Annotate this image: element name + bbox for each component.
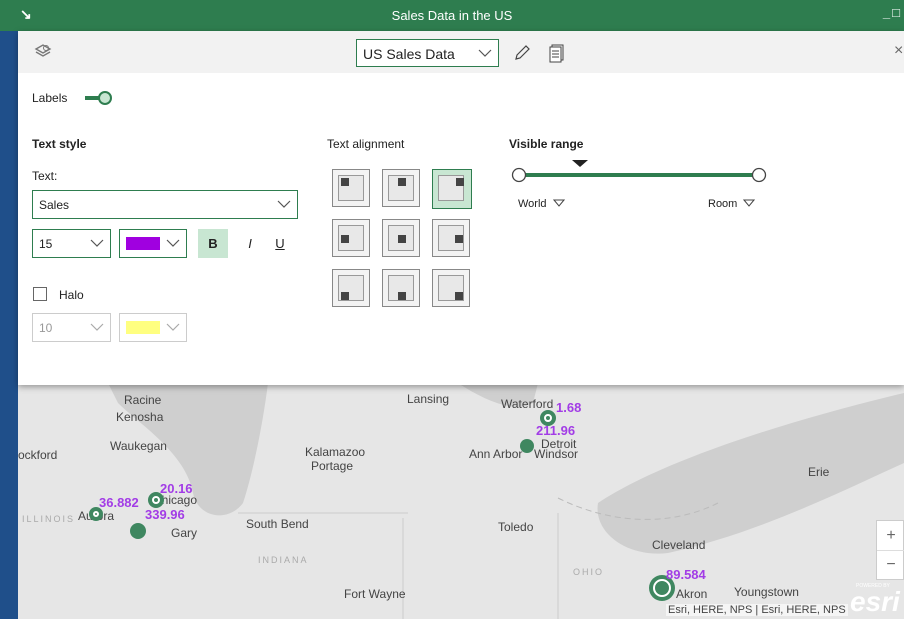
align-top-left[interactable] [332,169,370,207]
labels-toggle-label: Labels [32,91,68,105]
value-label: 36.882 [99,495,139,510]
toolbar: US Sales Data × [18,31,904,73]
chevron-down-icon [478,49,492,57]
esri-logo: esri [850,586,900,617]
window-title: Sales Data in the US [391,8,513,23]
layers-icon[interactable] [34,43,52,59]
place-label: Fort Wayne [344,587,406,601]
bold-button[interactable]: B [198,229,228,258]
place-label: Erie [808,465,830,479]
chevron-down-icon [166,323,180,331]
layer-dropdown[interactable]: US Sales Data [356,39,499,67]
text-field-value: Sales [39,198,70,212]
region-label: ILLINOIS [22,514,76,524]
font-size-dropdown[interactable]: 15 [32,229,111,258]
place-label: ockford [18,448,58,462]
zoom-in-button[interactable]: + [877,521,904,551]
chevron-down-icon [90,323,104,331]
align-bottom-right[interactable] [432,269,470,307]
min-scale-label: World [518,198,547,210]
table-icon[interactable] [549,43,565,63]
current-scale-marker-icon [572,160,588,167]
place-label: Ann Arbor [469,447,523,461]
place-label: Kalamazoo [305,445,366,459]
halo-color-picker[interactable] [119,313,187,342]
chevron-down-icon [90,239,104,247]
align-middle-right[interactable] [432,219,470,257]
caret-down-icon [552,199,565,207]
underline-button[interactable]: U [270,229,290,258]
labels-toggle[interactable] [84,90,114,106]
layer-dropdown-value: US Sales Data [363,46,455,62]
align-bottom-center[interactable] [382,269,420,307]
place-label: South Bend [246,517,309,531]
max-scale-label: Room [708,198,738,210]
text-field-dropdown[interactable]: Sales [32,190,298,219]
region-label: OHIO [573,567,605,577]
halo-color-swatch [126,321,160,334]
pencil-icon[interactable] [514,45,530,61]
text-field-label: Text: [32,169,58,183]
max-scale-dropdown[interactable]: Room [708,198,756,210]
align-top-right[interactable] [432,169,472,209]
label-settings-panel: US Sales Data × Labels Text style Text: … [18,31,904,385]
align-top-center[interactable] [382,169,420,207]
minimize-button[interactable]: _ [883,5,892,20]
font-size-value: 15 [39,237,53,251]
value-label: 1.68 [556,400,582,415]
data-point[interactable] [520,439,534,453]
italic-button[interactable]: I [240,229,260,258]
place-label: Portage [311,459,354,473]
maximize-button[interactable]: □ [892,5,902,20]
title-bar: ↘ Sales Data in the US _□ [0,0,904,31]
place-label: Windsor [534,447,579,461]
place-label: Racine [124,393,162,407]
min-range-handle [511,167,527,183]
align-middle-left[interactable] [332,219,370,257]
zoom-controls: + − [876,520,904,580]
halo-checkbox[interactable] [33,287,47,301]
place-label: Waukegan [110,439,167,453]
map-attribution: Esri, HERE, NPS | Esri, HERE, NPS [666,604,848,616]
visible-range-heading: Visible range [509,137,584,151]
align-middle-center[interactable] [382,219,420,257]
place-label: Lansing [407,392,450,406]
text-style-heading: Text style [32,137,87,151]
align-bottom-left[interactable] [332,269,370,307]
min-scale-dropdown[interactable]: World [518,198,565,210]
text-color-picker[interactable] [119,229,187,258]
value-label: 89.584 [666,567,706,582]
place-label: Waterford [501,397,554,411]
place-label: Kenosha [116,410,164,424]
value-label: 20.16 [160,481,193,496]
chevron-down-icon [166,239,180,247]
region-label: INDIANA [258,555,309,565]
text-alignment-heading: Text alignment [327,137,405,151]
visible-range-slider[interactable] [508,157,770,183]
value-label: 211.96 [536,423,576,438]
max-range-handle [751,167,767,183]
chevron-down-icon [277,200,291,208]
data-point[interactable] [130,523,146,539]
place-label: Toledo [498,520,534,534]
place-label: Youngstown [734,585,799,599]
map-view[interactable]: Racine Kenosha Waukegan ockford Kalamazo… [18,383,904,619]
close-button[interactable]: × [894,42,903,60]
place-label: Akron [676,587,708,601]
text-color-swatch [126,237,160,250]
value-label: 339.96 [145,507,185,522]
place-label: Gary [171,526,198,540]
zoom-out-button[interactable]: − [877,551,904,579]
halo-size-dropdown[interactable]: 10 [32,313,111,342]
caret-down-icon [743,199,756,207]
place-label: Cleveland [652,538,706,552]
window-controls: _□ [883,5,902,20]
halo-size-value: 10 [39,321,53,335]
halo-label: Halo [59,288,84,302]
